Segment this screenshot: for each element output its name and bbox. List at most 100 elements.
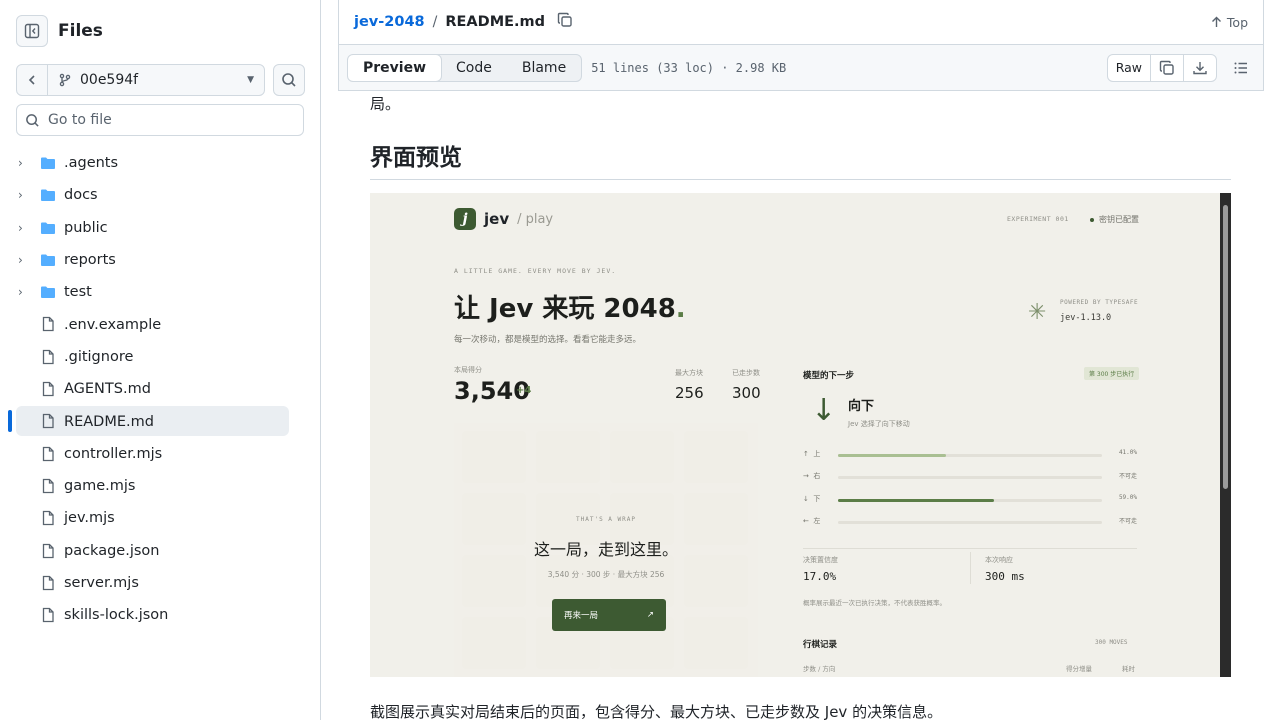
- play-again-button[interactable]: 再来一局 ↗: [552, 599, 666, 631]
- raw-button[interactable]: Raw: [1108, 54, 1151, 81]
- probability-fill: [838, 454, 947, 457]
- list-unordered-icon: [1234, 62, 1247, 73]
- tree-item-env-example[interactable]: .env.example: [0, 308, 320, 340]
- file-icon: [40, 575, 56, 595]
- next-move-title: 模型的下一步: [803, 371, 855, 381]
- confidence-value: 17.0%: [803, 570, 837, 583]
- file-tree: › .agents › docs › public › reports › test .env.ex…: [0, 147, 320, 631]
- tree-item-server-mjs[interactable]: server.mjs: [0, 567, 320, 599]
- image-scrollbar[interactable]: [1220, 193, 1231, 677]
- tree-item-agents-md[interactable]: AGENTS.md: [0, 373, 320, 405]
- markdown-body: 局。 界面预览 j jev / play EXPERIMENT 001 密钥已配…: [370, 91, 1231, 721]
- file-icon: [40, 446, 56, 466]
- tab-code[interactable]: Code: [441, 55, 507, 81]
- folder-icon: [40, 252, 56, 272]
- probability-value: 不可走: [1118, 517, 1137, 525]
- tree-item-label: test: [64, 284, 92, 301]
- tree-item-game-mjs[interactable]: game.mjs: [0, 470, 320, 502]
- tree-item-public[interactable]: › public: [0, 212, 320, 244]
- copy-raw-button[interactable]: [1151, 54, 1184, 81]
- probability-track: [838, 520, 1102, 524]
- folder-icon: [40, 155, 56, 175]
- sidebar-collapse-icon: [24, 23, 40, 39]
- direction-label: 向下: [848, 399, 875, 414]
- tree-item-reports[interactable]: › reports: [0, 244, 320, 276]
- jev-logo: j: [454, 208, 476, 230]
- log-col-step: 步数 / 方向: [803, 665, 836, 673]
- go-to-file-input[interactable]: Go to file: [16, 104, 304, 136]
- probability-row: ↓ 下 59.0%: [803, 494, 1137, 506]
- score-delta: +4: [516, 385, 532, 396]
- file-icon: [40, 349, 56, 369]
- chevron-left-icon: [28, 75, 35, 85]
- search-icon: [26, 113, 39, 127]
- branch-row: 00e594f ▼: [16, 64, 305, 96]
- tree-item-package-json[interactable]: package.json: [0, 535, 320, 567]
- probability-note: 概率展示最近一次已执行决策，不代表获胜概率。: [803, 599, 946, 607]
- brand-name: jev: [484, 210, 510, 228]
- tree-item-agents[interactable]: › .agents: [0, 147, 320, 179]
- search-icon: [282, 73, 296, 87]
- folder-icon: [40, 187, 56, 207]
- copy-path-button[interactable]: [557, 12, 573, 32]
- caret-down-icon: ▼: [247, 75, 254, 85]
- file-icon: [40, 607, 56, 627]
- sparkle-icon: ✳: [1028, 300, 1047, 325]
- tree-item-skills-lock-json[interactable]: skills-lock.json: [0, 599, 320, 631]
- file-icon: [40, 478, 56, 498]
- chevron-right-icon[interactable]: ›: [18, 253, 30, 267]
- breadcrumb-repo-link[interactable]: jev-2048: [354, 14, 425, 30]
- hero-title-prefix: 让 Jev 来玩: [454, 294, 604, 324]
- folder-icon: [40, 284, 56, 304]
- tree-item-gitignore[interactable]: .gitignore: [0, 341, 320, 373]
- probability-row: → 右 不可走: [803, 471, 1137, 483]
- tree-item-label: .agents: [64, 155, 119, 172]
- top-button[interactable]: Top: [1211, 15, 1248, 30]
- file-icon: [40, 510, 56, 530]
- chevron-right-icon[interactable]: ›: [18, 285, 30, 299]
- hero-title: 让 Jev 来玩 2048.: [454, 288, 686, 325]
- probability-row: ← 左 不可走: [803, 516, 1137, 528]
- tree-item-label: package.json: [64, 542, 160, 559]
- max-tile-value: 256: [675, 384, 704, 402]
- tab-preview[interactable]: Preview: [348, 54, 443, 81]
- tree-item-controller-mjs[interactable]: controller.mjs: [0, 438, 320, 470]
- tree-item-jev-mjs[interactable]: jev.mjs: [0, 502, 320, 534]
- tree-item-readme-md[interactable]: README.md: [0, 405, 320, 437]
- probability-direction: → 右: [803, 471, 820, 481]
- wrap-title: 这一局，走到这里。: [533, 540, 678, 559]
- chevron-right-icon[interactable]: ›: [18, 156, 30, 170]
- chevron-right-icon[interactable]: ›: [18, 221, 30, 235]
- status-dot-icon: [1090, 217, 1094, 222]
- direction-icon: →: [803, 472, 809, 481]
- probability-track: [838, 476, 1102, 480]
- model-version: jev-1.13.0: [1060, 313, 1112, 323]
- confidence-label: 决策置信度: [803, 556, 838, 564]
- chevron-right-icon[interactable]: ›: [18, 188, 30, 202]
- tree-item-test[interactable]: › test: [0, 276, 320, 308]
- direction-text: 下: [813, 494, 821, 503]
- tree-item-label: docs: [64, 187, 98, 204]
- hero-kicker: A LITTLE GAME. EVERY MOVE BY JEV.: [454, 267, 617, 275]
- tree-item-label: controller.mjs: [64, 445, 163, 462]
- log-col-time: 耗时: [1122, 665, 1135, 673]
- tree-item-docs[interactable]: › docs: [0, 179, 320, 211]
- tab-blame[interactable]: Blame: [507, 55, 581, 81]
- divider: [803, 548, 1137, 549]
- score-label: 本局得分: [454, 366, 482, 374]
- max-tile-label: 最大方块: [675, 369, 703, 377]
- download-button[interactable]: [1184, 55, 1216, 81]
- direction-sub: Jev 选择了向下移动: [848, 420, 910, 428]
- branch-selector[interactable]: 00e594f ▼: [48, 65, 264, 95]
- scrollbar-thumb[interactable]: [1223, 205, 1228, 489]
- outline-button[interactable]: [1227, 54, 1255, 82]
- steps-value: 300: [732, 384, 761, 402]
- search-button[interactable]: [273, 64, 305, 96]
- sidebar-header: Files: [16, 15, 103, 47]
- back-button[interactable]: [17, 65, 48, 95]
- collapse-sidebar-button[interactable]: [16, 15, 48, 47]
- tree-item-label: game.mjs: [64, 478, 136, 495]
- game-over-overlay: THAT'S A WRAP 这一局，走到这里。 3,540 分 · 300 步 …: [454, 423, 758, 677]
- probability-value: 59.0%: [1118, 493, 1137, 501]
- direction-text: 左: [813, 516, 821, 525]
